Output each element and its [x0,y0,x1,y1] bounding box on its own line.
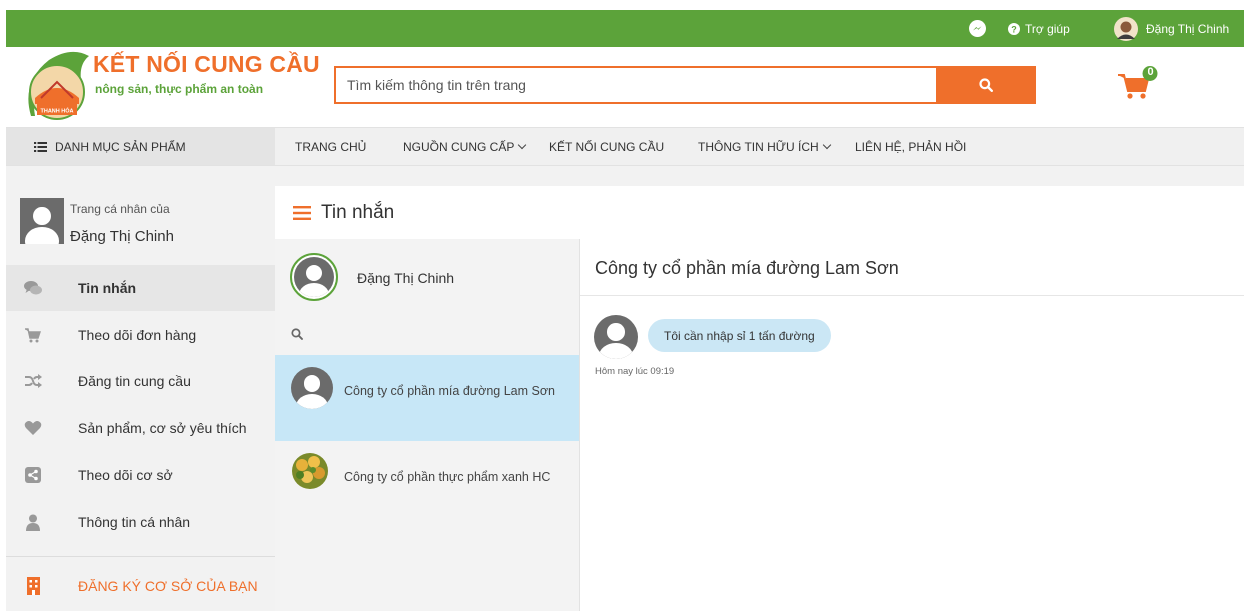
register-shop-link[interactable]: ĐĂNG KÝ CƠ SỞ CỦA BẠN [6,563,275,609]
site-header: THANH HÓA KẾT NỐI CUNG CẦU nông sản, thự… [6,47,1244,127]
chat-window: Công ty cổ phần mía đường Lam Sơn Tôi cầ… [580,239,1244,611]
cart-button[interactable]: 0 [1115,65,1159,105]
conversation-search-input[interactable] [275,315,579,355]
main-nav: DANH MỤC SẢN PHẨM TRANG CHỦ NGUỒN CUNG C… [6,127,1244,166]
messages-header: Tin nhắn [275,186,1244,239]
conversation-list: Đặng Thị Chinh Công ty cổ phần mía đường… [275,239,580,611]
sidebar-item-order-tracking[interactable]: Theo dõi đơn hàng [6,312,275,358]
user-name: Đặng Thị Chinh [1146,21,1230,36]
top-bar: ? Trợ giúp Đặng Thị Chinh [6,10,1244,47]
sidebar-item-followed-shops[interactable]: Theo dõi cơ sở [6,452,275,498]
sender-avatar-icon [594,315,638,359]
default-avatar-icon [291,367,333,409]
building-icon [24,577,42,595]
current-user-name: Đặng Thị Chinh [357,270,455,286]
conversation-item[interactable]: Công ty cổ phần thực phẩm xanh HC [275,441,579,527]
conversation-name: Công ty cổ phần mía đường Lam Sơn [344,384,555,398]
cart-icon [24,326,42,344]
account-sidebar: Trang cá nhân của Đặng Thị Chinh Tin nhắ… [6,186,275,611]
sidebar-item-post-listing[interactable]: Đăng tin cung cầu [6,358,275,404]
profile-avatar[interactable] [20,198,64,244]
category-menu-label: DANH MỤC SẢN PHẨM [55,139,186,154]
message-text: Tôi cần nhập sỉ 1 tấn đường [664,328,815,343]
user-icon [24,513,42,531]
nav-contact[interactable]: LIÊN HỆ, PHẢN HỒI [855,128,966,165]
nav-home[interactable]: TRANG CHỦ [295,128,366,165]
default-avatar-icon [294,257,334,297]
heart-icon [24,419,42,437]
user-menu[interactable]: Đặng Thị Chinh [1114,10,1229,47]
list-icon [34,141,47,152]
svg-text:?: ? [1011,24,1017,34]
cart-count-badge: 0 [1147,66,1154,78]
sidebar-item-label: Sản phẩm, cơ sở yêu thích [78,420,247,436]
profile-name[interactable]: Đặng Thị Chinh [70,228,174,245]
nav-contact-label: LIÊN HỆ, PHẢN HỒI [855,139,967,154]
sidebar-item-personal-info[interactable]: Thông tin cá nhân [6,499,275,545]
hamburger-icon[interactable] [293,205,311,220]
register-shop-label: ĐĂNG KÝ CƠ SỞ CỦA BẠN [78,578,258,594]
sidebar-divider [6,556,275,557]
chevron-down-icon [518,140,527,149]
messages-panel: Tin nhắn Đặng Thị Chinh Công ty cổ phần … [275,186,1244,611]
nav-home-label: TRANG CHỦ [295,139,367,154]
brand-tagline: nông sản, thực phẩm an toàn [95,82,264,96]
messenger-icon[interactable] [969,10,986,47]
user-avatar [1114,16,1138,41]
nav-useful-info[interactable]: THÔNG TIN HỮU ÍCH [698,128,831,165]
sidebar-item-label: Thông tin cá nhân [78,514,191,530]
nav-supply-sources-label: NGUỒN CUNG CẤP [403,139,515,154]
search-icon [291,328,303,340]
nav-supply-demand[interactable]: KẾT NỐI CUNG CẦU [549,128,664,165]
logo-icon[interactable]: THANH HÓA [21,50,93,124]
sidebar-item-label: Theo dõi cơ sở [78,467,173,483]
chat-icon [24,279,42,297]
chat-title: Công ty cổ phần mía đường Lam Sơn [595,258,899,278]
category-menu-button[interactable]: DANH MỤC SẢN PHẨM [6,128,275,165]
nav-supply-demand-label: KẾT NỐI CUNG CẦU [549,139,665,154]
messages-title: Tin nhắn [321,201,395,223]
sidebar-item-label: Theo dõi đơn hàng [78,327,197,343]
search-button[interactable] [936,66,1036,104]
nav-supply-sources[interactable]: NGUỒN CUNG CẤP [403,128,527,165]
search-icon [979,78,993,92]
help-icon: ? [1008,22,1020,35]
nav-useful-info-label: THÔNG TIN HỮU ÍCH [698,139,819,154]
logo-badge-text: THANH HÓA [41,107,74,115]
message-timestamp: Hôm nay lúc 09:19 [595,366,675,377]
help-label: Trợ giúp [1025,21,1070,36]
chat-header: Công ty cổ phần mía đường Lam Sơn [580,239,1244,296]
fruit-avatar-icon [292,453,328,489]
conversation-name: Công ty cổ phần thực phẩm xanh HC [344,470,551,484]
current-user-row: Đặng Thị Chinh [275,239,579,315]
default-avatar-icon [20,198,64,244]
chevron-down-icon [822,140,831,149]
current-user-avatar [290,253,338,301]
search-input[interactable]: Tìm kiếm thông tin trên trang [334,66,942,104]
sidebar-item-favorites[interactable]: Sản phẩm, cơ sở yêu thích [6,405,275,451]
search-placeholder: Tìm kiếm thông tin trên trang [347,77,526,93]
help-link[interactable]: ? Trợ giúp [1008,10,1070,47]
brand-title[interactable]: KẾT NỐI CUNG CẦU [93,51,320,78]
sidebar-item-label: Tin nhắn [78,280,137,296]
share-icon [24,466,42,484]
message-bubble: Tôi cần nhập sỉ 1 tấn đường [648,319,831,352]
profile-caption: Trang cá nhân của [70,202,170,216]
shuffle-icon [24,372,42,390]
sidebar-item-messages[interactable]: Tin nhắn [6,265,275,311]
sidebar-item-label: Đăng tin cung cầu [78,373,191,389]
conversation-item[interactable]: Công ty cổ phần mía đường Lam Sơn [275,355,579,441]
